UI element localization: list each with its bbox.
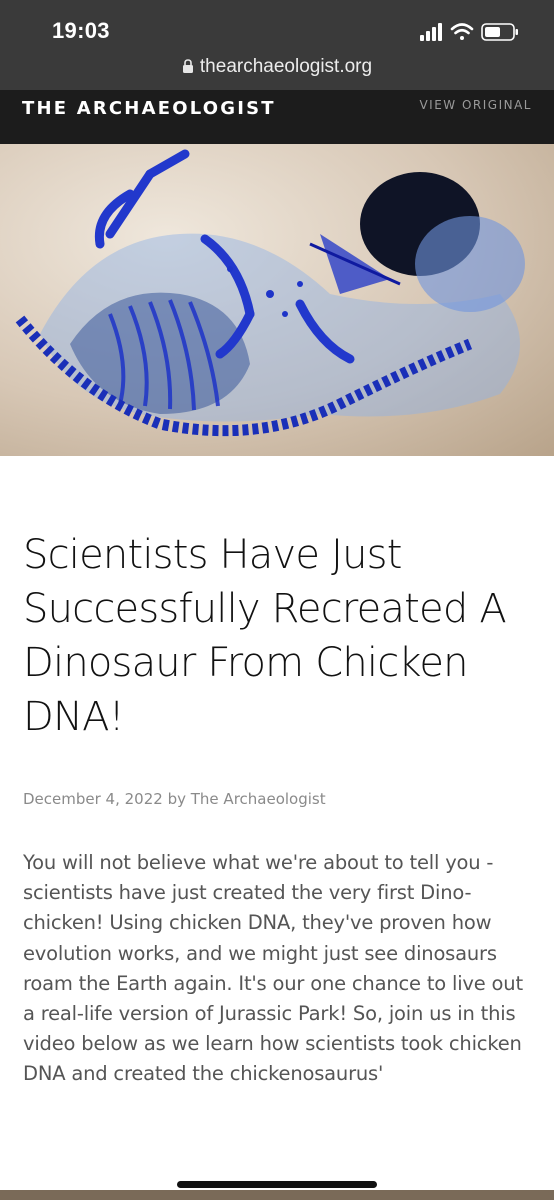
next-image-peek [0, 1190, 554, 1200]
system-icons [420, 23, 518, 41]
article-date: December 4, 2022 [23, 790, 163, 808]
home-indicator[interactable] [177, 1181, 377, 1188]
url-text: thearchaeologist.org [199, 56, 373, 77]
signal-icon [420, 23, 442, 41]
status-time: 19:03 [52, 18, 110, 43]
battery-icon [481, 23, 518, 41]
lock-icon [182, 59, 193, 73]
hero-image [0, 144, 554, 456]
skeleton-illustration [15, 149, 525, 437]
article-headline: Scientists Have Just Successfully Recrea… [23, 532, 507, 740]
wifi-icon [450, 23, 474, 40]
view-original-link[interactable]: VIEW ORIGINAL [419, 98, 532, 112]
status-bar: 19:03 thearchaeologist.org [0, 0, 554, 90]
url-bar[interactable]: thearchaeologist.org [0, 56, 554, 78]
article-meta: December 4, 2022 by The Archaeologist [23, 790, 326, 808]
article-body: You will not believe what we're about to… [23, 851, 523, 1086]
site-title[interactable]: THE ARCHAEOLOGIST [22, 98, 276, 119]
site-header: THE ARCHAEOLOGIST VIEW ORIGINAL [0, 90, 554, 144]
article-byline[interactable]: by The Archaeologist [168, 790, 326, 808]
